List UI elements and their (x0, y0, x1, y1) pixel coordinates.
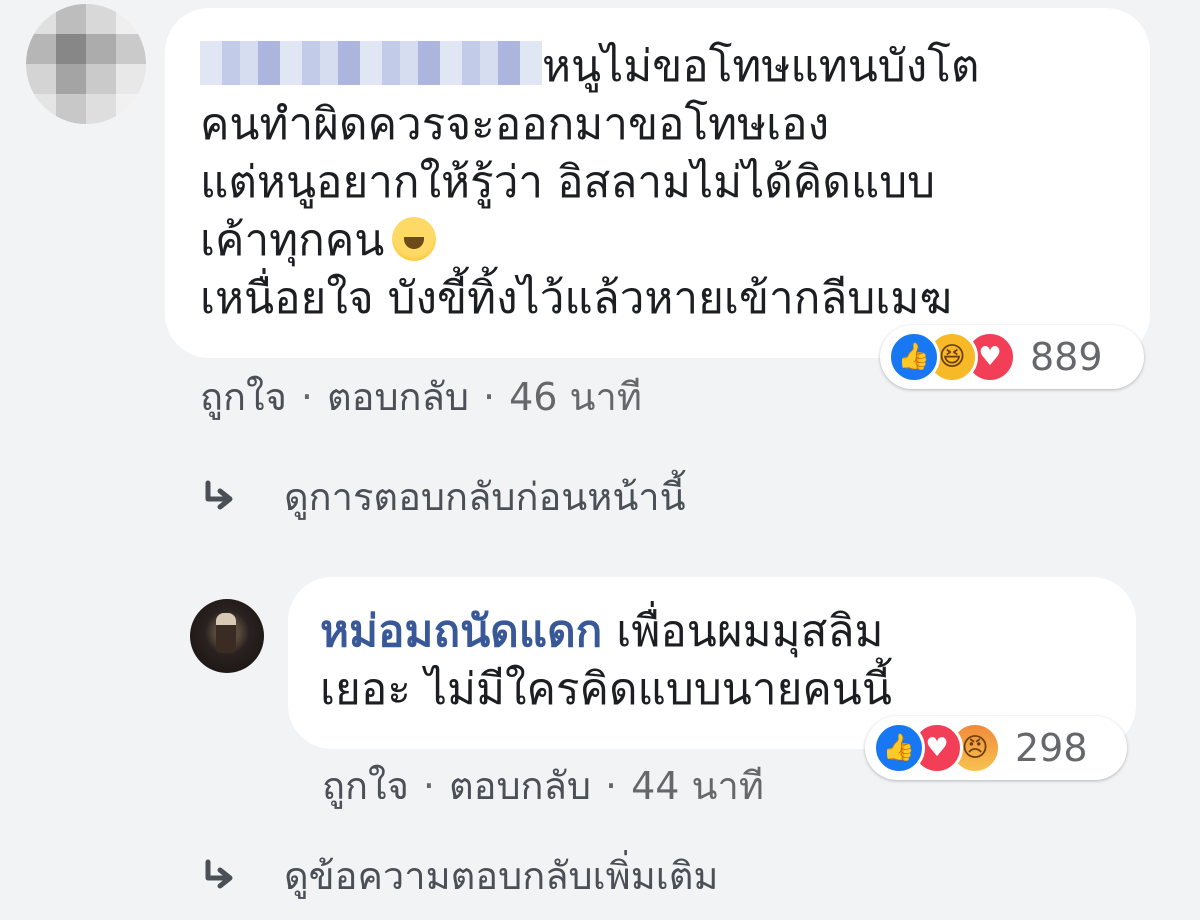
comment-2-text: หม่อมถนัดแดก เพื่อนผมมุสลิม เยอะ ไม่มีใค… (320, 603, 892, 719)
reply-author-avatar[interactable] (190, 599, 264, 673)
comment-1-text: หนูไม่ขอโทษแทนบังโต คนทำผิดควรจะออกมาขอโ… (200, 38, 979, 328)
like-reaction-icon: 👍 (873, 722, 925, 774)
view-previous-replies-link[interactable]: ดูการตอบกลับก่อนหน้านี้ (200, 466, 686, 527)
comment-timestamp[interactable]: 44 นาที (631, 755, 764, 816)
like-button[interactable]: ถูกใจ (200, 366, 287, 427)
comment-thread: หนูไม่ขอโทษแทนบังโต คนทำผิดควรจะออกมาขอโ… (0, 0, 1200, 920)
comment-2-line-2: เยอะ ไม่มีใครคิดแบบนายคนนี้ (320, 664, 892, 715)
separator-dot: · (604, 763, 618, 808)
view-more-replies-link[interactable]: ดูข้อความตอบกลับเพิ่มเติม (200, 845, 718, 906)
reaction-count: 298 (1015, 726, 1088, 770)
view-more-replies-label: ดูข้อความตอบกลับเพิ่มเติม (284, 854, 719, 898)
comment-2-line-1: เพื่อนผมมุสลิม (602, 606, 884, 657)
separator-dot: · (482, 374, 496, 419)
avatar-figure (216, 613, 236, 653)
commenter-avatar-blurred[interactable] (26, 4, 146, 124)
reply-button[interactable]: ตอบกลับ (449, 755, 591, 816)
comment-1-actions: ถูกใจ · ตอบกลับ · 46 นาที (200, 366, 642, 427)
reply-button[interactable]: ตอบกลับ (327, 366, 469, 427)
reaction-count: 889 (1030, 335, 1103, 379)
crying-face-icon (392, 217, 437, 261)
avatar-blur-mosaic (26, 4, 146, 124)
comment-1-line-3: แต่หนูอยากให้รู้ว่า อิสลามไม่ได้คิดแบบ (200, 157, 936, 208)
separator-dot: · (300, 374, 313, 419)
redacted-author-name[interactable] (200, 41, 542, 85)
like-button[interactable]: ถูกใจ (322, 755, 409, 816)
view-previous-replies-label: ดูการตอบกลับก่อนหน้านี้ (284, 475, 686, 519)
comment-timestamp[interactable]: 46 นาที (509, 366, 642, 427)
reactions-summary-2[interactable]: 👍 ♥ 😠 298 (865, 716, 1127, 780)
comment-2-actions: ถูกใจ · ตอบกลับ · 44 นาที (322, 755, 764, 816)
comment-1-line-4: เค้าทุกคน (200, 215, 385, 266)
comment-1-line-5: เหนื่อยใจ บังขี้ทิ้งไว้แล้วหายเข้ากลีบเม… (200, 273, 952, 324)
reply-arrow-icon (205, 480, 233, 509)
reply-arrow-icon (205, 859, 233, 888)
comment-author-name[interactable]: หม่อมถนัดแดก (320, 606, 602, 657)
comment-1-line-2: คนทำผิดควรจะออกมาขอโทษเอง (200, 99, 830, 150)
like-reaction-icon: 👍 (888, 331, 940, 383)
comment-1-line-1: หนูไม่ขอโทษแทนบังโต (542, 41, 980, 92)
separator-dot: · (422, 763, 435, 808)
reactions-summary-1[interactable]: 👍 😆 ♥ 889 (880, 325, 1144, 389)
